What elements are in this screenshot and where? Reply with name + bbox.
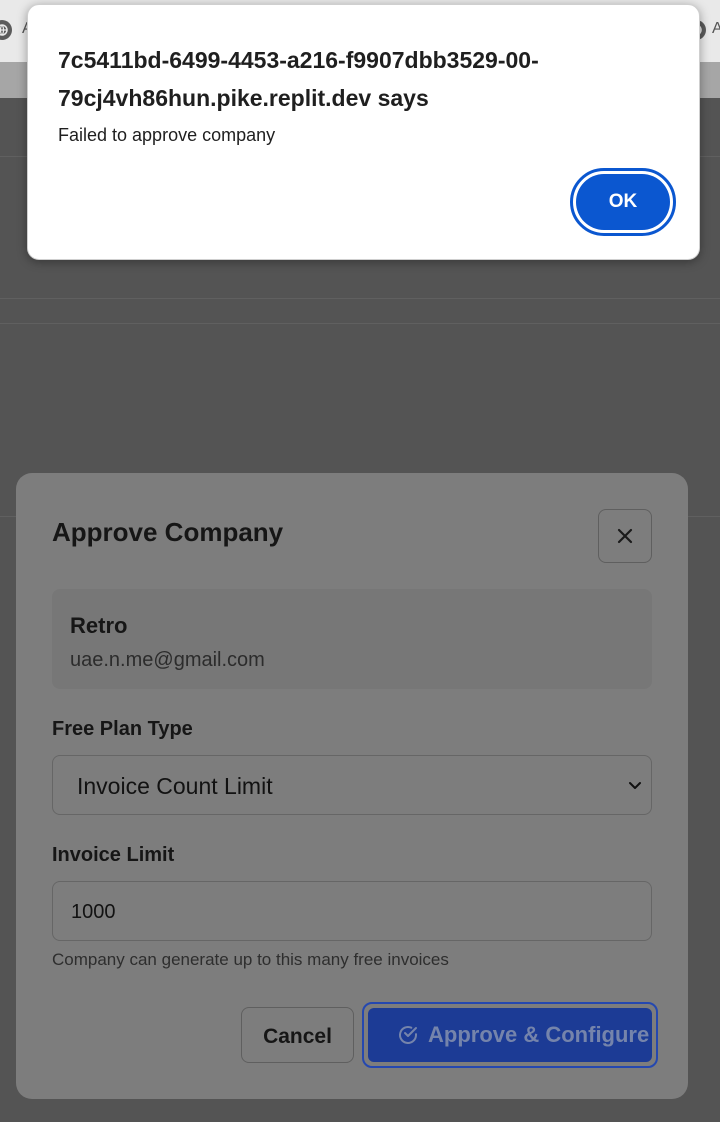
plan-type-selected: Invoice Count Limit: [77, 773, 273, 799]
invoice-limit-input[interactable]: 1000: [52, 881, 652, 941]
approve-configure-button[interactable]: Approve & Configure: [362, 1002, 658, 1068]
ok-button[interactable]: OK: [570, 168, 676, 236]
chevron-down-icon: [629, 782, 641, 789]
ok-label: OK: [608, 191, 638, 212]
approve-button-fill: Approve & Configure: [368, 1008, 652, 1062]
divider: [0, 298, 720, 299]
close-icon: [617, 528, 633, 544]
alert-message: Failed to approve company: [58, 125, 276, 145]
globe-icon: [0, 20, 12, 40]
invoice-limit-value: 1000: [71, 901, 116, 923]
company-email: uae.n.me@gmail.com: [70, 649, 265, 671]
browser-tab-right-label[interactable]: A: [712, 20, 720, 38]
company-info-card: Retro uae.n.me@gmail.com: [52, 589, 652, 689]
ok-button-fill: OK: [576, 174, 670, 230]
company-name: Retro: [70, 613, 128, 638]
plan-type-label: Free Plan Type: [52, 718, 193, 740]
approve-company-modal: Approve Company Retro uae.n.me@gmail.com…: [16, 473, 688, 1099]
invoice-limit-helper: Company can generate up to this many fre…: [52, 950, 449, 969]
divider: [0, 323, 720, 324]
close-button[interactable]: [598, 509, 652, 563]
browser-alert-dialog: 7c5411bd-6499-4453-a216-f9907dbb3529-00-…: [27, 4, 700, 260]
check-circle-icon: [399, 1026, 417, 1044]
cancel-label: Cancel: [263, 1025, 332, 1048]
plan-type-select[interactable]: Invoice Count Limit: [52, 755, 652, 815]
invoice-limit-label: Invoice Limit: [52, 844, 175, 866]
cancel-button[interactable]: Cancel: [241, 1007, 354, 1063]
modal-title: Approve Company: [52, 517, 284, 547]
alert-origin-text: 7c5411bd-6499-4453-a216-f9907dbb3529-00-…: [58, 47, 539, 111]
approve-label: Approve & Configure: [428, 1022, 650, 1047]
